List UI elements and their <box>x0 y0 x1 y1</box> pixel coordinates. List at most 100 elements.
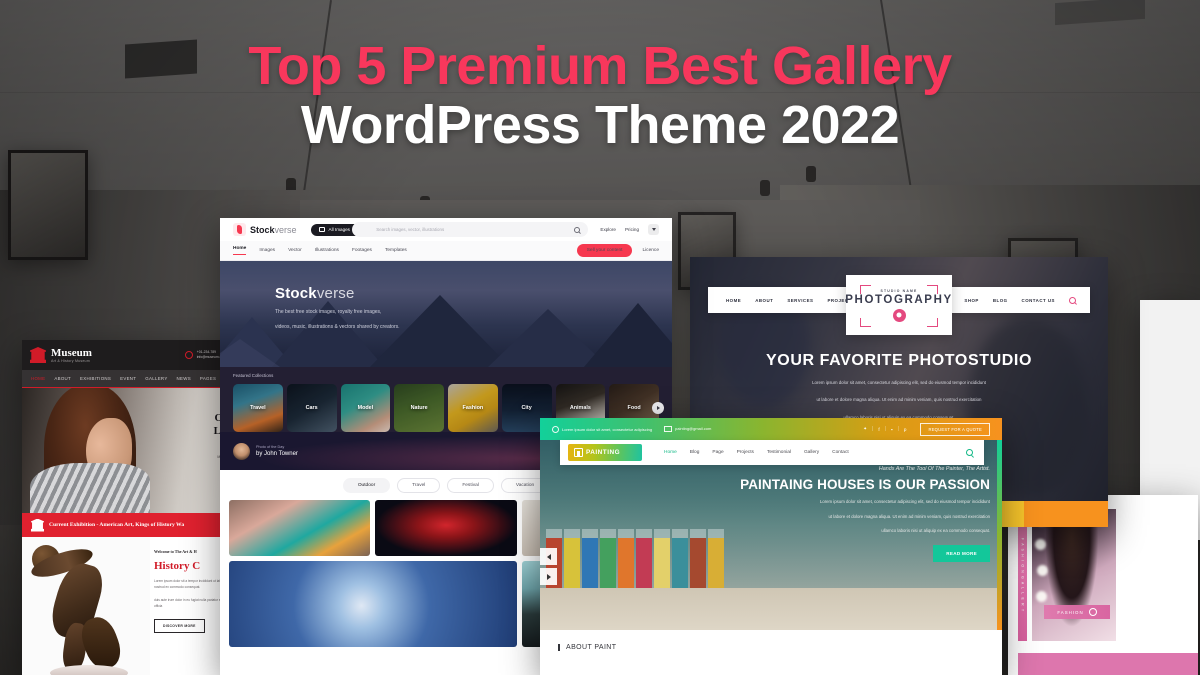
collection-tile-travel[interactable]: Travel <box>233 384 283 432</box>
header-link-pricing[interactable]: Pricing <box>625 227 639 232</box>
painting-address: Lorem ipsum dolor sit amet, consectetur … <box>552 426 652 433</box>
nav-item-about[interactable]: ABOUT <box>54 376 71 381</box>
nav-item-projects[interactable]: Projects <box>737 450 754 455</box>
stockverse-nav[interactable]: Home Images Vector Illustrations Footage… <box>220 241 672 261</box>
frame-corner-icon <box>860 318 871 327</box>
frame-corner-icon <box>860 285 871 294</box>
search-icon[interactable] <box>1069 296 1076 304</box>
photography-hero-text: YOUR FAVORITE PHOTOSTUDIO Lorem ipsum do… <box>690 352 1108 422</box>
social-icons[interactable]: ✦ | f | ▪ | p <box>863 426 906 432</box>
tab-outdoor[interactable]: Outdoor <box>342 477 391 493</box>
frame-corner-icon <box>927 318 938 327</box>
nav-item-home[interactable]: Home <box>664 450 677 455</box>
licence-link[interactable]: Licence <box>642 248 659 253</box>
request-quote-button[interactable]: REQUEST FOR A QUOTE <box>920 422 990 436</box>
collections-next-arrow[interactable] <box>652 402 664 414</box>
hero-line-1: The best free stock images, royalty free… <box>275 309 382 315</box>
nav-item-about[interactable]: ABOUT <box>755 298 773 303</box>
museum-discover-button[interactable]: DISCOVER MORE <box>154 618 205 633</box>
photography-nav-right: SHOP BLOG CONTACT US <box>964 296 1090 304</box>
collection-label: City <box>521 405 532 411</box>
photography-logo-badge[interactable]: STUDIO NAME PHOTOGRAPHY <box>845 275 952 335</box>
beach-hut <box>600 529 616 592</box>
photography-nav-left: HOME ABOUT SERVICES PROJECT <box>708 298 852 303</box>
nav-item-vector[interactable]: Vector <box>288 248 302 253</box>
pinterest-icon[interactable]: p <box>904 427 907 432</box>
museum-history-section: Welcome to The Art & H History C Lorem i… <box>22 537 252 675</box>
nav-item-gallery[interactable]: GALLERY <box>145 376 167 381</box>
photo-of-the-day-label: Photo of the Day <box>256 445 285 449</box>
linkedin-icon[interactable]: ▪ <box>891 427 893 432</box>
nav-item-images[interactable]: Images <box>259 248 275 253</box>
museum-logo-subtitle: Art & History Museum <box>51 358 90 363</box>
frame-corner-icon <box>927 285 938 294</box>
slider-next-button[interactable] <box>540 568 557 585</box>
slider-prev-button[interactable] <box>540 548 557 565</box>
plus-circle-icon[interactable] <box>1088 608 1097 616</box>
painting-nav[interactable]: PAINTING Home Blog Page Projects Testimo… <box>560 440 984 465</box>
painting-slider-controls[interactable] <box>540 548 557 588</box>
fashion-hero-image: FASHION <box>1032 509 1116 641</box>
stockverse-logo: Stockverse <box>250 225 297 235</box>
title-line-1: Top 5 Premium Best Gallery <box>248 36 952 96</box>
fashion-tag[interactable]: FASHION <box>1044 605 1110 619</box>
gallery-thumbnail[interactable] <box>229 561 517 647</box>
painting-logo[interactable]: PAINTING <box>568 444 642 461</box>
nav-item-event[interactable]: EVENT <box>120 376 136 381</box>
stockverse-hero-text: Stockverse The best free stock images, r… <box>275 285 400 333</box>
gallery-thumbnail[interactable] <box>375 500 517 556</box>
hero-logo: Stockverse <box>275 285 400 302</box>
beach-hut <box>636 529 652 592</box>
header-link-explore[interactable]: Explore <box>600 227 616 232</box>
nav-item-gallery[interactable]: Gallery <box>804 450 819 455</box>
nav-item-footages[interactable]: Footages <box>352 248 372 253</box>
painting-logo-text: PAINTING <box>586 449 621 456</box>
facebook-icon[interactable]: f <box>878 427 879 432</box>
page-title: Top 5 Premium Best Gallery WordPress The… <box>0 36 1200 156</box>
museum-logo: Museum Art & History Museum <box>51 347 92 363</box>
nav-item-services[interactable]: SERVICES <box>787 298 813 303</box>
nav-item-pages[interactable]: PAGES <box>200 376 216 381</box>
nav-item-templates[interactable]: Templates <box>385 248 407 253</box>
nav-item-shop[interactable]: SHOP <box>964 298 978 303</box>
nav-item-news[interactable]: NEWS <box>177 376 191 381</box>
download-icon[interactable] <box>648 224 659 235</box>
nav-item-blog[interactable]: BLOG <box>993 298 1008 303</box>
museum-hero-portrait-body <box>30 463 150 513</box>
nav-item-testimonial[interactable]: Testimonial <box>767 450 791 455</box>
search-icon[interactable] <box>574 226 581 233</box>
nav-item-home[interactable]: HOME <box>31 376 45 381</box>
nav-item-blog[interactable]: Blog <box>690 450 700 455</box>
nav-item-home[interactable]: Home <box>233 246 247 255</box>
painting-hero-heading: PAINTAING HOUSES IS OUR PASSION <box>740 477 990 492</box>
collection-label: Animals <box>569 405 591 411</box>
collection-tile-nature[interactable]: Nature <box>394 384 444 432</box>
photography-hero-line-2: ut labore et dolore magna aliqua. Ut eni… <box>816 397 982 403</box>
museum-building-icon <box>31 518 44 532</box>
mockup-painting-theme[interactable]: Lorem ipsum dolor sit amet, consectetur … <box>540 418 1002 675</box>
collection-tile-fashion[interactable]: Fashion <box>448 384 498 432</box>
read-more-button[interactable]: READ MORE <box>933 544 990 562</box>
nav-item-home[interactable]: HOME <box>726 298 741 303</box>
nav-item-exhibitions[interactable]: EXHIBITIONS <box>80 376 111 381</box>
nav-item-illustrations[interactable]: Illustrations <box>315 248 339 253</box>
beach-hut <box>708 529 724 592</box>
collection-tile-cars[interactable]: Cars <box>286 384 337 432</box>
gallery-thumbnail[interactable] <box>229 500 371 556</box>
photo-of-the-day-text: Photo of the Day by John Towner <box>256 445 298 457</box>
nav-item-page[interactable]: Page <box>712 450 723 455</box>
museum-building-icon <box>30 347 46 363</box>
fashion-rail-text: F A S H I O N G A L L E R Y <box>1020 537 1025 613</box>
sell-your-content-button[interactable]: Sell your content <box>576 244 633 257</box>
mockup-museum-theme[interactable]: Museum Art & History Museum +01-234-789 … <box>22 340 252 675</box>
nav-item-contact[interactable]: Contact <box>832 450 849 455</box>
collection-tile-model[interactable]: Model <box>340 384 391 432</box>
museum-nav[interactable]: HOME ABOUT EXHIBITIONS EVENT GALLERY NEW… <box>22 370 252 388</box>
search-icon[interactable] <box>966 449 973 456</box>
search-input[interactable]: Search images, vector, illustrations <box>352 222 589 237</box>
tab-travel[interactable]: Travel <box>397 477 441 493</box>
twitter-icon[interactable]: ✦ <box>863 426 867 432</box>
painting-beach-sand <box>540 588 1002 630</box>
nav-item-contact-us[interactable]: CONTACT US <box>1022 298 1055 303</box>
tab-festival[interactable]: Festival <box>447 477 494 493</box>
